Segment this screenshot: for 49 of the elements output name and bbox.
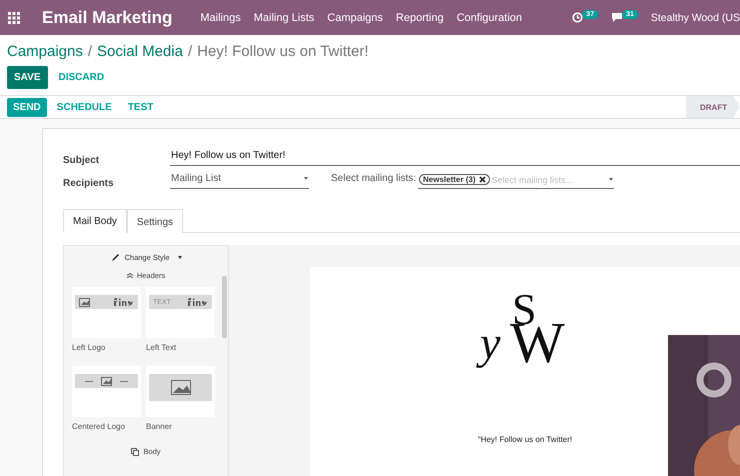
snippet-label: Left Text: [146, 342, 178, 354]
snippet-thumbnail[interactable]: [146, 366, 215, 417]
email-text: "Hey! Follow us on Twitter!: [478, 435, 572, 444]
menu-item[interactable]: Mailings: [200, 12, 241, 24]
apps-menu-icon[interactable]: [8, 12, 20, 24]
field-label: Subject: [63, 155, 100, 166]
app-title: Email Marketing: [42, 8, 172, 28]
scrollbar[interactable]: [222, 276, 227, 338]
action-button[interactable]: TEST: [122, 98, 160, 116]
remove-icon: [478, 176, 486, 183]
social-icons: [186, 298, 208, 306]
snippet-label: Centered Logo: [72, 421, 126, 433]
menu-item[interactable]: Mailing Lists: [254, 12, 314, 24]
social-icons: [112, 298, 134, 306]
field-label: Recipients: [63, 178, 115, 189]
menu-item[interactable]: Campaigns: [327, 12, 383, 24]
tag-label: Newsletter (3): [423, 175, 476, 184]
menu-item[interactable]: Reporting: [396, 12, 444, 24]
mailing-lists-field[interactable]: Newsletter (3) Select mailing lists...: [418, 172, 614, 189]
tab[interactable]: Settings: [126, 209, 184, 233]
breadcrumb-link[interactable]: Campaigns: [7, 43, 83, 60]
activity-icon[interactable]: [572, 12, 584, 23]
collapse-icon: [126, 273, 133, 278]
subject-field[interactable]: Hey! Follow us on Twitter!: [170, 149, 740, 166]
snippet-thumbnail[interactable]: [72, 366, 141, 417]
copy-icon: [131, 448, 140, 456]
image-icon: [79, 298, 90, 306]
action-button[interactable]: SEND: [7, 98, 47, 116]
image-icon: [170, 380, 190, 395]
save-button[interactable]: SAVE: [7, 66, 48, 89]
discard-button[interactable]: DISCARD: [52, 66, 112, 89]
snippet-label: Banner: [146, 421, 173, 433]
breadcrumb-separator: /: [88, 43, 92, 60]
menu-item[interactable]: Configuration: [456, 12, 522, 24]
field-label: Select mailing lists:: [331, 173, 416, 186]
chat-icon[interactable]: [611, 12, 624, 23]
snippet-label: Left Logo: [72, 342, 106, 354]
tab[interactable]: Mail Body: [63, 209, 127, 233]
brush-icon: [110, 253, 120, 262]
logo: S y W: [470, 277, 580, 397]
stage-button[interactable]: DRAFT: [686, 96, 740, 118]
breadcrumb-current: Hey! Follow us on Twitter!: [197, 43, 369, 60]
user-menu[interactable]: Stealthy Wood (US: [650, 12, 740, 24]
snippet-thumbnail[interactable]: [72, 287, 141, 338]
breadcrumb-separator: /: [188, 43, 192, 60]
image-icon: [101, 376, 112, 386]
breadcrumb-link[interactable]: Social Media: [97, 43, 183, 60]
action-button[interactable]: SCHEDULE: [50, 98, 118, 116]
recipients-dropdown[interactable]: Mailing List: [170, 171, 309, 189]
